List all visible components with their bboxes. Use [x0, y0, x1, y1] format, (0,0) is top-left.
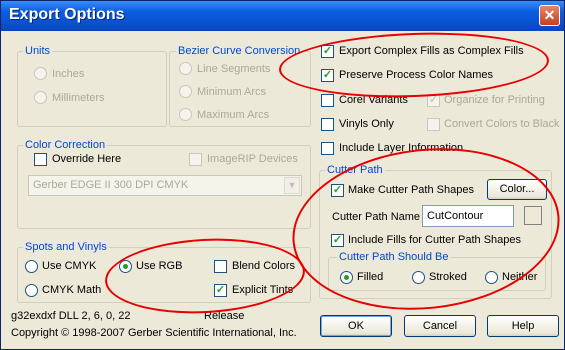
inches-label: Inches [52, 68, 85, 80]
cutter-path-name-input[interactable] [422, 205, 514, 227]
cmyk-math-radio[interactable] [25, 284, 38, 297]
device-value: Gerber EDGE II 300 DPI CMYK [33, 179, 189, 191]
device-combobox[interactable]: Gerber EDGE II 300 DPI CMYK ▼ [28, 175, 302, 196]
include-fills-checkbox[interactable]: ✓ [331, 234, 344, 247]
help-button[interactable]: Help [487, 315, 559, 337]
inches-radio[interactable] [34, 67, 47, 80]
copyright-text: Copyright © 1998-2007 Gerber Scientific … [11, 327, 297, 339]
close-icon[interactable]: ✕ [539, 5, 560, 26]
title-bar[interactable]: Export Options ✕ [1, 1, 564, 31]
color-button[interactable]: Color... [487, 179, 547, 200]
maximum-arcs-radio[interactable] [179, 108, 192, 121]
use-rgb-label: Use RGB [136, 260, 183, 272]
include-layer-information-checkbox[interactable] [321, 142, 334, 155]
dialog-title: Export Options [9, 6, 125, 23]
ok-button[interactable]: OK [320, 315, 392, 337]
corel-variants-label: Corel Variants [339, 94, 408, 106]
explicit-tints-checkbox[interactable]: ✓ [214, 284, 227, 297]
export-complex-fills-checkbox[interactable]: ✓ [321, 45, 334, 58]
cmyk-math-label: CMYK Math [42, 284, 102, 296]
stroked-radio[interactable] [412, 271, 425, 284]
preserve-process-color-names-label: Preserve Process Color Names [339, 69, 494, 81]
make-cutter-path-shapes-checkbox[interactable]: ✓ [331, 184, 344, 197]
override-here-checkbox[interactable] [34, 153, 47, 166]
filled-radio[interactable] [340, 271, 353, 284]
use-cmyk-label: Use CMYK [42, 260, 97, 272]
organize-for-printing-label: Organize for Printing [444, 94, 545, 106]
color-correction-legend: Color Correction [25, 139, 106, 151]
include-layer-information-label: Include Layer Information [339, 142, 464, 154]
export-options-dialog: Export Options ✕ Units Inches Millimeter… [0, 0, 565, 350]
convert-colors-to-black-label: Convert Colors to Black [444, 118, 560, 130]
release-label: Release [204, 310, 245, 322]
millimeters-radio[interactable] [34, 91, 47, 104]
cutter-path-legend: Cutter Path [327, 164, 383, 176]
cutter-path-should-be-legend: Cutter Path Should Be [339, 251, 449, 263]
filled-label: Filled [357, 271, 384, 283]
organize-for-printing-checkbox[interactable]: ✓ [427, 94, 440, 107]
convert-colors-to-black-checkbox[interactable] [427, 118, 440, 131]
vinyls-only-label: Vinyls Only [339, 118, 394, 130]
annotation-ellipse-top [277, 28, 551, 102]
cancel-button[interactable]: Cancel [404, 315, 476, 337]
chevron-down-icon[interactable]: ▼ [284, 177, 300, 194]
explicit-tints-label: Explicit Tints [232, 284, 294, 296]
use-rgb-radio[interactable] [119, 260, 132, 273]
bezier-legend: Bezier Curve Conversion [178, 45, 301, 57]
neither-radio[interactable] [485, 271, 498, 284]
millimeters-label: Millimeters [52, 92, 105, 104]
preserve-process-color-names-checkbox[interactable]: ✓ [321, 69, 334, 82]
cutter-path-name-label: Cutter Path Name [332, 211, 421, 223]
minimum-arcs-radio[interactable] [179, 85, 192, 98]
override-here-label: Override Here [52, 153, 122, 165]
dll-info: g32exdxf DLL 2, 6, 0, 22 [11, 310, 131, 322]
use-cmyk-radio[interactable] [25, 260, 38, 273]
make-cutter-path-shapes-label: Make Cutter Path Shapes [348, 184, 474, 196]
blend-colors-checkbox[interactable] [214, 260, 227, 273]
spots-vinyls-legend: Spots and Vinyls [25, 241, 107, 253]
line-segments-radio[interactable] [179, 62, 192, 75]
units-legend: Units [25, 45, 51, 57]
stroked-label: Stroked [429, 271, 467, 283]
minimum-arcs-label: Minimum Arcs [197, 86, 267, 98]
corel-variants-checkbox[interactable] [321, 94, 334, 107]
export-complex-fills-label: Export Complex Fills as Complex Fills [339, 45, 524, 57]
imagerip-devices-label: ImageRIP Devices [207, 153, 298, 165]
neither-label: Neither [502, 271, 538, 283]
units-group: Units [17, 45, 167, 127]
vinyls-only-checkbox[interactable] [321, 118, 334, 131]
imagerip-devices-checkbox[interactable] [189, 153, 202, 166]
blend-colors-label: Blend Colors [232, 260, 295, 272]
maximum-arcs-label: Maximum Arcs [197, 109, 270, 121]
cutter-path-color-swatch[interactable] [524, 206, 542, 225]
line-segments-label: Line Segments [197, 63, 271, 75]
include-fills-label: Include Fills for Cutter Path Shapes [348, 234, 522, 246]
